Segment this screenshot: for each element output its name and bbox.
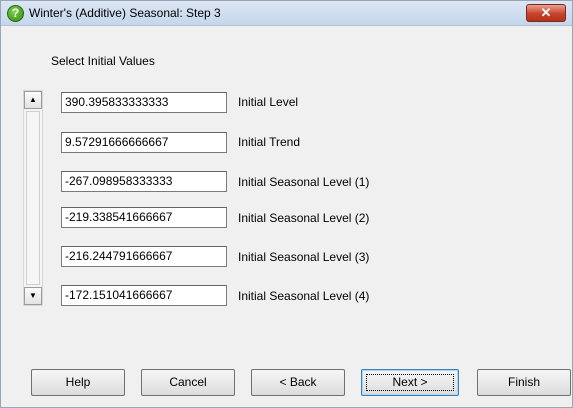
- scroll-thumb[interactable]: [26, 111, 40, 285]
- fields-scrollbar[interactable]: ▲ ▼: [23, 90, 43, 306]
- window-title: Winter's (Additive) Seasonal: Step 3: [29, 6, 221, 20]
- close-icon: ✕: [540, 5, 552, 20]
- dialog-window: ? Winter's (Additive) Seasonal: Step 3 ✕…: [0, 0, 573, 408]
- initial-trend-input[interactable]: 9.57291666666667: [61, 132, 227, 153]
- initial-level-label: Initial Level: [238, 95, 299, 109]
- title-bar[interactable]: ? Winter's (Additive) Seasonal: Step 3 ✕: [1, 1, 572, 26]
- seasonal-level-1-label: Initial Seasonal Level (1): [238, 175, 370, 189]
- cancel-button-label: Cancel: [169, 375, 207, 389]
- finish-button[interactable]: Finish: [477, 369, 571, 396]
- back-button[interactable]: < Back: [251, 369, 345, 396]
- next-button[interactable]: Next >: [361, 369, 459, 396]
- finish-button-label: Finish: [507, 375, 540, 389]
- help-button[interactable]: Help: [31, 369, 125, 396]
- back-button-label: < Back: [279, 375, 317, 389]
- seasonal-level-3-label: Initial Seasonal Level (3): [238, 250, 370, 264]
- scroll-up-button[interactable]: ▲: [24, 91, 42, 109]
- cancel-button[interactable]: Cancel: [141, 369, 235, 396]
- seasonal-level-3-input[interactable]: -216.244791666667: [61, 246, 227, 267]
- help-question-icon: ?: [7, 5, 24, 22]
- section-label: Select Initial Values: [51, 54, 155, 68]
- seasonal-level-2-input[interactable]: -219.338541666667: [61, 207, 227, 228]
- focus-ring: [366, 374, 454, 391]
- seasonal-level-2-label: Initial Seasonal Level (2): [238, 211, 370, 225]
- help-button-label: Help: [65, 375, 91, 389]
- scroll-down-button[interactable]: ▼: [24, 287, 42, 305]
- seasonal-level-1-input[interactable]: -267.098958333333: [61, 171, 227, 192]
- seasonal-level-4-label: Initial Seasonal Level (4): [238, 289, 370, 303]
- initial-level-input[interactable]: 390.395833333333: [61, 92, 227, 113]
- seasonal-level-4-input[interactable]: -172.151041666667: [61, 285, 227, 306]
- close-button[interactable]: ✕: [526, 4, 566, 22]
- arrow-down-icon: ▼: [29, 291, 37, 300]
- arrow-up-icon: ▲: [29, 95, 37, 104]
- initial-trend-label: Initial Trend: [238, 135, 301, 149]
